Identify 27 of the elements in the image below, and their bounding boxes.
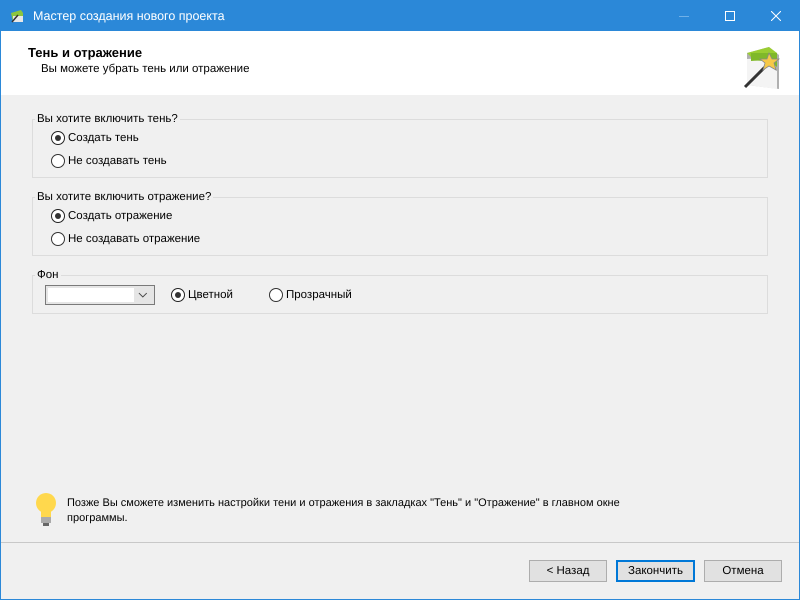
radio-button[interactable] [171, 288, 185, 302]
radio-label[interactable]: Не создавать отражение [68, 232, 200, 244]
color-dropdown[interactable] [45, 285, 155, 305]
dialog-button[interactable]: < Назад [529, 560, 607, 582]
dialog-button[interactable]: Закончить [616, 560, 695, 582]
radio-button[interactable] [51, 154, 65, 168]
hint-text: Позже Вы сможете изменить настройки тени и отражения в закладках "Тень" и "Отражение" в главном окне программы. [67, 496, 621, 526]
radio-label[interactable]: Цветной [188, 289, 233, 301]
radio-button[interactable] [51, 208, 65, 222]
radio-label[interactable]: Прозрачный [286, 289, 352, 301]
radio-label[interactable]: Создать тень [68, 132, 139, 144]
page-title: Тень и отражение [28, 45, 144, 60]
window-title: Мастер создания нового проекта [33, 9, 226, 23]
close-icon [771, 11, 781, 21]
radio-button[interactable] [51, 232, 65, 246]
lightbulb-icon [35, 492, 57, 526]
maximize-icon [725, 11, 735, 21]
radio-button[interactable] [51, 130, 65, 144]
group-label: Вы хотите включить тень? [36, 113, 179, 125]
group-label: Вы хотите включить отражение? [36, 191, 212, 203]
dialog-button[interactable]: Отмена [704, 560, 782, 582]
radio-button[interactable] [269, 288, 283, 302]
radio-label[interactable]: Создать отражение [68, 210, 172, 222]
app-icon [9, 8, 25, 24]
group-label: Фон [36, 269, 60, 281]
radio-label[interactable]: Не создавать тень [68, 154, 167, 166]
page-subtitle: Вы можете убрать тень или отражение [41, 63, 250, 75]
